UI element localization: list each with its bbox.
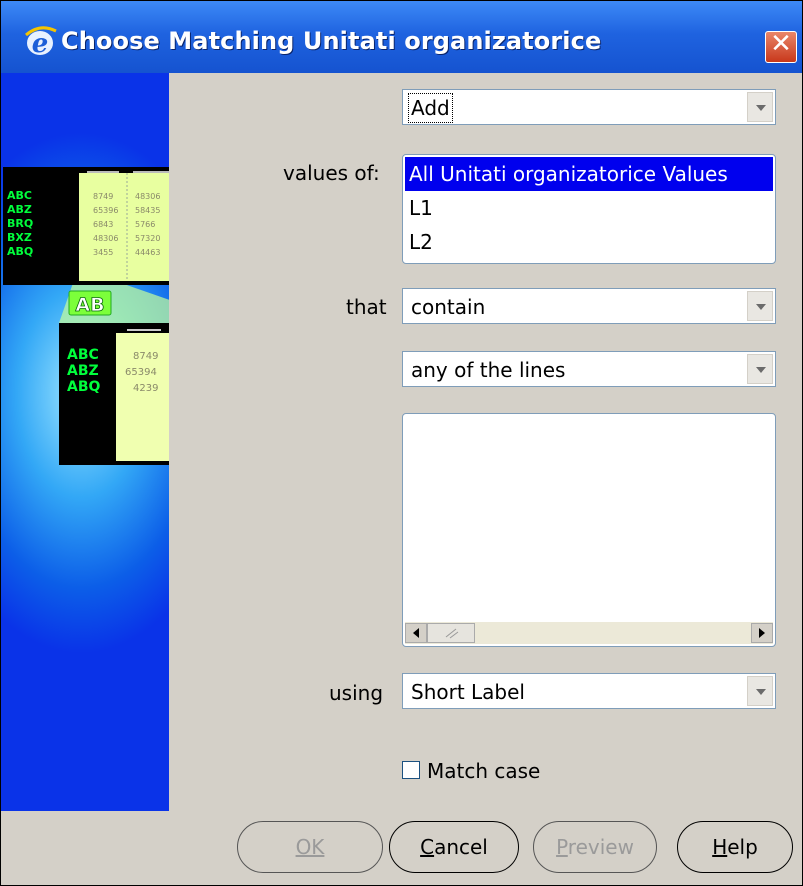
list-item[interactable]: L2 [405, 225, 773, 259]
action-value: Add [408, 93, 453, 123]
small-cell: 65396 [93, 206, 118, 215]
large-cell: 65394 [125, 367, 157, 378]
small-cell: 3455 [93, 248, 113, 257]
cancel-button[interactable]: Cancel [389, 821, 519, 873]
small-cell: 57320 [135, 234, 160, 243]
chevron-down-icon[interactable] [747, 676, 773, 706]
small-cell: 8749 [93, 192, 113, 201]
match-mode-value: any of the lines [411, 358, 566, 382]
using-select[interactable]: Short Label [402, 673, 776, 709]
help-button[interactable]: Help [677, 821, 793, 873]
ok-button-label: OK [295, 835, 325, 859]
scroll-right-button[interactable] [751, 623, 773, 643]
ok-button[interactable]: OK [237, 821, 383, 873]
values-of-label: values of: [283, 161, 380, 185]
scroll-right-icon [759, 628, 765, 638]
small-row-label: BXZ [7, 231, 32, 244]
that-label: that [346, 295, 387, 319]
small-cell: 6843 [93, 220, 113, 229]
that-select[interactable]: contain [402, 288, 776, 324]
small-cell: 44463 [135, 248, 160, 257]
large-cell: 8749 [133, 351, 158, 362]
match-case-label[interactable]: Match case [427, 759, 540, 783]
window-title: Choose Matching Unitati organizatorice [61, 27, 602, 55]
small-row-label: ABC [7, 189, 32, 202]
list-item[interactable]: All Unitati organizatorice Values [405, 157, 773, 191]
list-item[interactable]: L1 [405, 191, 773, 225]
close-button[interactable]: ✕ [765, 29, 797, 63]
chevron-down-icon[interactable] [747, 291, 773, 321]
using-label: using [329, 681, 384, 705]
scroll-thumb[interactable] [427, 623, 475, 643]
small-cell: 5766 [135, 220, 155, 229]
horizontal-scrollbar[interactable] [405, 622, 773, 644]
chevron-down-icon[interactable] [747, 354, 773, 384]
large-cell: 4239 [133, 383, 158, 394]
values-textarea[interactable] [402, 413, 776, 647]
svg-text:e: e [32, 29, 49, 59]
action-select[interactable]: Add [402, 89, 776, 125]
using-value: Short Label [411, 680, 525, 704]
that-value: contain [411, 295, 486, 319]
large-row-label: ABQ [67, 379, 101, 395]
scroll-left-button[interactable] [405, 623, 427, 643]
cancel-button-label: Cancel [420, 835, 488, 859]
matching-illustration: ABC ABZ BRQ BXZ ABQ 8749 65396 6843 4830… [3, 167, 237, 465]
title-bar[interactable]: e Choose Matching Unitati organizatorice… [1, 1, 802, 73]
chevron-down-icon[interactable] [747, 92, 773, 122]
small-cell: 48306 [93, 234, 118, 243]
match-case-checkbox[interactable] [402, 761, 420, 779]
preview-button-label: Preview [556, 835, 634, 859]
small-cell: 48306 [135, 192, 160, 201]
scroll-left-icon [413, 628, 419, 638]
illustration-panel: ABC ABZ BRQ BXZ ABQ 8749 65396 6843 4830… [1, 73, 237, 811]
match-mode-select[interactable]: any of the lines [402, 351, 776, 387]
internet-explorer-icon: e [25, 26, 57, 59]
large-row-label: ABZ [67, 363, 99, 379]
help-button-label: Help [712, 835, 758, 859]
large-row-label: ABC [67, 347, 99, 363]
preview-button[interactable]: Preview [533, 821, 657, 873]
close-icon: ✕ [770, 29, 792, 59]
dialog-window: e Choose Matching Unitati organizatorice… [0, 0, 803, 886]
values-of-listbox[interactable]: All Unitati organizatorice Values L1 L2 [402, 154, 776, 264]
grip-icon [445, 628, 459, 639]
small-row-label: BRQ [7, 217, 33, 230]
zoom-label: AB [75, 294, 104, 316]
small-row-label: ABQ [7, 245, 33, 258]
small-cell: 58435 [135, 206, 160, 215]
small-row-label: ABZ [7, 203, 32, 216]
